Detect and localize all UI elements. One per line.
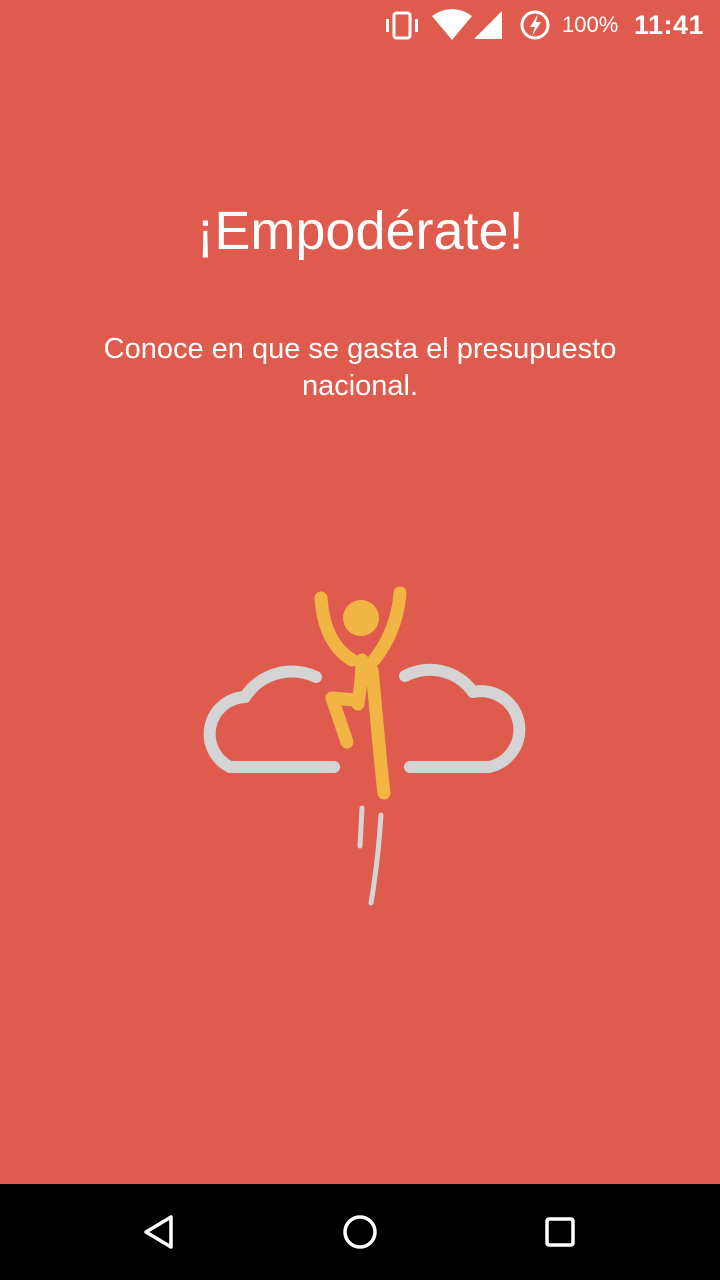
status-bar: 100% 11:41 <box>0 0 720 50</box>
back-button[interactable] <box>130 1202 190 1262</box>
person-jumping-through-clouds-icon <box>203 586 526 906</box>
recents-button[interactable] <box>530 1202 590 1262</box>
navigation-bar <box>0 1184 720 1280</box>
cloud-right-icon <box>399 663 526 773</box>
battery-charging-icon <box>520 10 550 40</box>
battery-percent: 100% <box>562 12 619 37</box>
page-subtitle: Conoce en que se gasta el presupuesto na… <box>103 333 617 402</box>
speed-lines-icon <box>357 805 384 906</box>
home-button[interactable] <box>330 1202 390 1262</box>
vibrate-icon <box>386 11 418 40</box>
page-title: ¡Empodérate! <box>196 201 524 261</box>
recents-icon <box>545 1217 575 1247</box>
wifi-icon <box>432 9 472 40</box>
onboarding-screen[interactable]: 100% 11:41 ¡Empodérate! Conoce en que se… <box>0 0 720 1280</box>
cloud-left-icon <box>203 665 340 773</box>
home-icon <box>343 1215 377 1249</box>
back-icon <box>144 1215 173 1249</box>
cell-signal-icon <box>474 11 502 39</box>
clock: 11:41 <box>634 10 705 40</box>
